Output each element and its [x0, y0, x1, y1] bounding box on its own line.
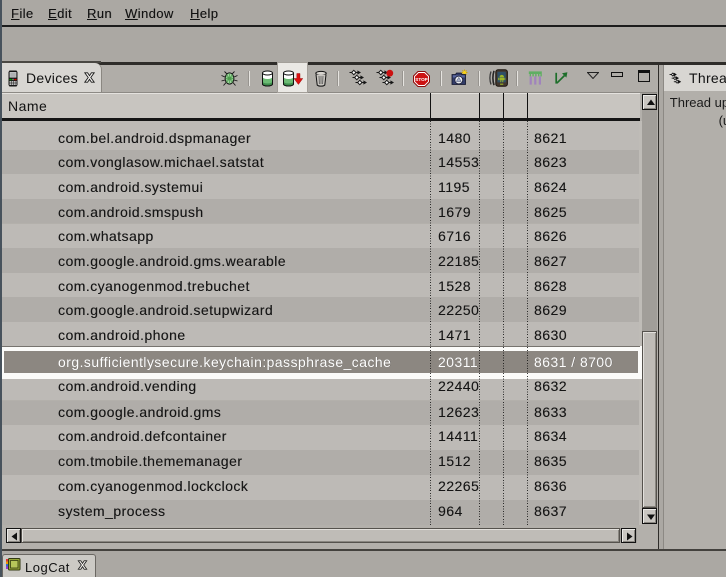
svg-text:STOP: STOP	[415, 77, 427, 82]
